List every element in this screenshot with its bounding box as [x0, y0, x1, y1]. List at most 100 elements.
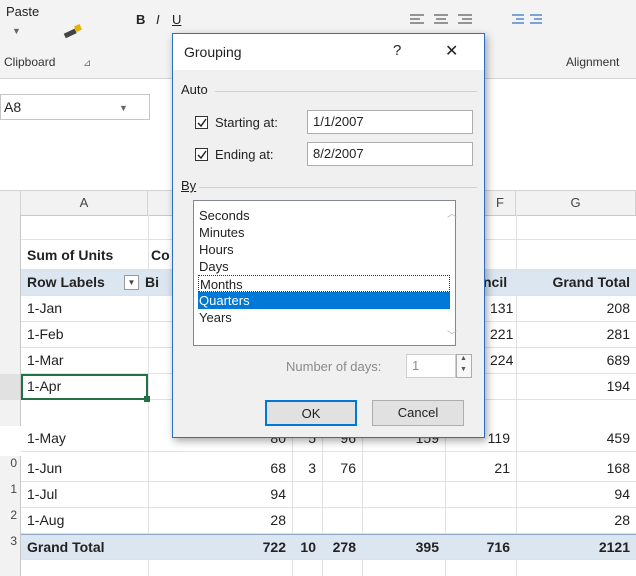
alignment-icons[interactable]	[406, 10, 496, 30]
row-header[interactable]	[0, 240, 21, 270]
cell-value[interactable]: 459	[516, 426, 636, 451]
cell-value[interactable]: 21	[445, 456, 516, 481]
cancel-button[interactable]: Cancel	[372, 400, 464, 426]
cell-value[interactable]: 224	[490, 348, 513, 373]
by-listbox[interactable]: Seconds Minutes Hours Days Months Quarte…	[193, 200, 457, 346]
starting-at-checkbox[interactable]	[195, 116, 208, 129]
name-box-dropdown-icon[interactable]: ▼	[119, 103, 128, 113]
paste-dropdown-icon[interactable]: ▼	[12, 26, 21, 36]
cell-value[interactable]: 689	[516, 348, 636, 373]
list-item[interactable]: Hours	[198, 241, 450, 258]
row-header[interactable]	[0, 270, 21, 296]
cell-value[interactable]: 10	[292, 535, 322, 560]
pivot-column-header[interactable]: Bi	[145, 270, 159, 295]
table-row: 1-Jul 94 94	[21, 482, 636, 508]
clipboard-group-label: Clipboard	[4, 55, 56, 69]
list-item[interactable]: Days	[198, 258, 450, 275]
cell-value[interactable]: 28	[516, 508, 636, 533]
pivot-column-header[interactable]: ncil	[483, 270, 507, 295]
number-of-days-input[interactable]: 1	[406, 354, 456, 378]
cell-value[interactable]: 131	[490, 296, 513, 321]
dialog-titlebar[interactable]: Grouping ? ✕	[173, 34, 484, 70]
row-header[interactable]	[0, 296, 21, 322]
ending-at-label[interactable]: Ending at:	[215, 147, 274, 162]
row-header[interactable]	[0, 214, 21, 240]
spin-up-icon[interactable]: ▲	[460, 355, 467, 362]
cell-value[interactable]: 194	[516, 374, 636, 399]
listbox-scrollbar[interactable]: ︿ ﹀	[447, 201, 457, 345]
checkmark-icon	[197, 118, 207, 128]
row-label[interactable]: 1-May	[27, 426, 66, 451]
cell-value[interactable]: 221	[490, 322, 513, 347]
cell-value[interactable]: 208	[516, 296, 636, 321]
row-label[interactable]: 1-Mar	[27, 348, 64, 373]
cell-value[interactable]: 395	[362, 535, 445, 560]
scroll-up-icon[interactable]: ︿	[447, 205, 457, 220]
cell-value[interactable]: 716	[445, 535, 516, 560]
format-painter-icon[interactable]	[62, 22, 84, 40]
row-label[interactable]: 1-Jul	[27, 482, 57, 507]
cell-value[interactable]: 94	[516, 482, 636, 507]
grand-total-label[interactable]: Grand Total	[27, 535, 105, 560]
list-item[interactable]: Seconds	[198, 207, 450, 224]
row-header[interactable]	[0, 560, 21, 576]
row-label[interactable]: 1-Jun	[27, 456, 62, 481]
cell-value[interactable]: 28	[262, 508, 292, 533]
cell-value[interactable]: 68	[262, 456, 292, 481]
cell-value[interactable]: 722	[262, 535, 292, 560]
row-label[interactable]: 1-Jan	[27, 296, 62, 321]
cell-value[interactable]: 281	[516, 322, 636, 347]
ending-at-input[interactable]: 8/2/2007	[307, 142, 473, 166]
starting-at-input[interactable]: 1/1/2007	[307, 110, 473, 134]
table-row: Grand Total 722 10 278 395 716 2121	[21, 534, 636, 560]
list-item-focused[interactable]: Months	[198, 275, 450, 292]
list-item[interactable]: Years	[198, 309, 450, 326]
cell-value[interactable]: 3	[292, 456, 322, 481]
underline-button[interactable]: U	[172, 12, 181, 27]
row-header[interactable]	[0, 374, 21, 400]
row-label[interactable]: 1-Apr	[27, 374, 61, 399]
cell-value[interactable]: 94	[262, 482, 292, 507]
row-header[interactable]: 0	[0, 456, 21, 482]
row-header[interactable]	[0, 400, 21, 426]
row-labels-header[interactable]: Row Labels	[27, 270, 105, 295]
cell-value[interactable]: 168	[516, 456, 636, 481]
list-item-selected[interactable]: Quarters	[198, 292, 450, 309]
number-of-days-spinner[interactable]: ▲ ▼	[456, 354, 472, 378]
cell-value[interactable]: 76	[322, 456, 362, 481]
row-header[interactable]: 1	[0, 482, 21, 508]
italic-button[interactable]: I	[156, 12, 160, 27]
scroll-down-icon[interactable]: ﹀	[447, 327, 457, 342]
dialog-title: Grouping	[184, 44, 242, 60]
name-box[interactable]: A8 ▼	[0, 94, 150, 120]
row-header[interactable]: 3	[0, 534, 21, 560]
select-all-corner[interactable]	[0, 191, 21, 215]
ok-button[interactable]: OK	[265, 400, 357, 426]
list-item[interactable]: Minutes	[198, 224, 450, 241]
cell-value[interactable]: 278	[322, 535, 362, 560]
column-header-g[interactable]: G	[516, 191, 636, 215]
row-label[interactable]: 1-Feb	[27, 322, 64, 347]
dialog-launcher-icon[interactable]: ⊿	[83, 58, 91, 69]
column-header-a[interactable]: A	[21, 191, 148, 215]
indent-icons[interactable]	[510, 10, 550, 30]
help-button[interactable]: ?	[393, 42, 401, 59]
row-header[interactable]	[0, 322, 21, 348]
starting-at-label[interactable]: Starting at:	[215, 115, 278, 130]
pivot-values-header[interactable]: Sum of Units	[27, 243, 113, 268]
pivot-column-labels-header[interactable]: Co	[151, 243, 170, 268]
row-header[interactable]: 2	[0, 508, 21, 534]
table-row: 1-Jun 68 3 76 21 168	[21, 456, 636, 482]
row-label[interactable]: 1-Aug	[27, 508, 64, 533]
close-button[interactable]: ✕	[445, 41, 458, 61]
row-header[interactable]	[0, 348, 21, 374]
column-header-f[interactable]: F	[485, 191, 516, 215]
cell-value[interactable]: 2121	[516, 535, 636, 560]
bold-button[interactable]: B	[136, 12, 145, 27]
fill-handle[interactable]	[144, 396, 150, 402]
paste-button[interactable]: Paste	[6, 4, 39, 19]
spin-down-icon[interactable]: ▼	[460, 366, 467, 373]
filter-dropdown-icon[interactable]: ▼	[124, 275, 139, 290]
ending-at-checkbox[interactable]	[195, 148, 208, 161]
grand-total-header[interactable]: Grand Total	[516, 270, 636, 295]
